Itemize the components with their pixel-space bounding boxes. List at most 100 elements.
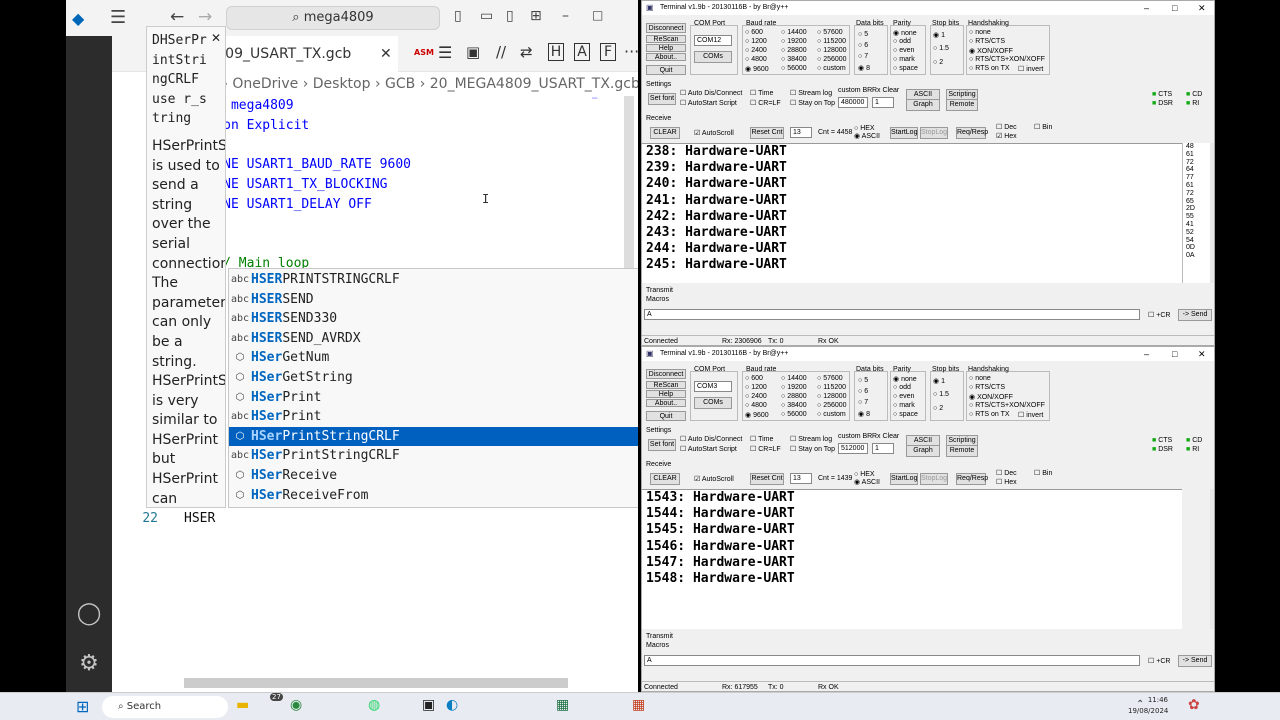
startlog-button[interactable]: StartLog: [890, 473, 918, 485]
suggestion-item-selected[interactable]: ⬡ HSerPrintStringCRLF: [229, 426, 638, 447]
databits-radio-5[interactable]: ○ 5: [858, 31, 868, 38]
baud-radio-256000[interactable]: ○ 256000: [817, 402, 847, 409]
stop-radio-1[interactable]: ◉ 1: [933, 31, 945, 39]
databits-radio-7[interactable]: ○ 7: [858, 399, 868, 406]
databits-radio-8[interactable]: ◉ 8: [858, 410, 870, 418]
view-checkbox-Dec[interactable]: ☐ Dec: [996, 469, 1017, 477]
baud-radio-57600[interactable]: ○ 57600: [817, 375, 843, 382]
receive-textarea[interactable]: 238: Hardware-UART 239: Hardware-UART 240:…: [642, 143, 1182, 283]
stop-radio-1.5[interactable]: ○ 1.5: [933, 391, 949, 398]
option-checkbox[interactable]: ☐ Stay on Top: [790, 99, 835, 107]
rx-clear-input[interactable]: 1: [872, 97, 894, 108]
handshake-radio[interactable]: ◉ XON/XOFF: [969, 47, 1013, 55]
format-radio-ASCII[interactable]: ◉ ASCII: [854, 478, 880, 486]
close-hover-icon[interactable]: ✕: [211, 29, 221, 49]
baud-radio-28800[interactable]: ○ 28800: [781, 393, 807, 400]
baud-radio-9600[interactable]: ◉ 9600: [745, 411, 769, 419]
suggestion-item[interactable]: ⬡ HSerPrint: [229, 388, 638, 408]
handshake-radio[interactable]: ○ RTS on TX: [969, 65, 1010, 72]
help-button[interactable]: Help: [646, 44, 686, 52]
cr-checkbox[interactable]: ☐ +CR: [1148, 311, 1170, 319]
toggle-sidebar-icon[interactable]: ▯: [454, 8, 462, 24]
about-button[interactable]: About..: [646, 399, 686, 407]
baud-radio-256000[interactable]: ○ 256000: [817, 56, 847, 63]
transmit-input[interactable]: A: [644, 655, 1140, 666]
baud-radio-56000[interactable]: ○ 56000: [781, 411, 807, 418]
option-checkbox[interactable]: ☐ Stay on Top: [790, 445, 835, 453]
option-checkbox[interactable]: ☐ Stream log: [790, 435, 832, 443]
parity-radio-space[interactable]: ○ space: [893, 411, 918, 418]
baud-radio-38400[interactable]: ○ 38400: [781, 402, 807, 409]
baud-radio-4800[interactable]: ○ 4800: [745, 402, 767, 409]
baud-radio-1200[interactable]: ○ 1200: [745, 38, 767, 45]
menu-icon[interactable]: ☰: [110, 7, 126, 28]
coms-button[interactable]: COMs: [694, 51, 732, 63]
minimize-button[interactable]: –: [562, 8, 569, 24]
databits-radio-6[interactable]: ○ 6: [858, 42, 868, 49]
option-checkbox[interactable]: ☐ Stream log: [790, 89, 832, 97]
handshake-radio[interactable]: ◉ XON/XOFF: [969, 393, 1013, 401]
disconnect-button[interactable]: Disconnect: [646, 369, 686, 379]
com-port-select[interactable]: COM3: [694, 381, 732, 392]
autoscroll-checkbox[interactable]: ☑ AutoScroll: [694, 475, 734, 483]
text-icon[interactable]: A: [574, 43, 590, 61]
parity-radio-mark[interactable]: ○ mark: [893, 402, 915, 409]
rx-clear-input[interactable]: 1: [872, 443, 894, 454]
option-checkbox[interactable]: ☐ Time: [750, 89, 773, 97]
breadcrumb-file[interactable]: 20_MEGA4809_USART_TX.gcb: [430, 76, 638, 92]
taskbar-search[interactable]: ⌕ Search: [102, 696, 228, 718]
baud-radio-115200[interactable]: ○ 115200: [817, 384, 846, 391]
edge-icon[interactable]: ◐: [446, 697, 458, 713]
handshake-radio[interactable]: ○ RTS on TX: [969, 411, 1010, 418]
handshake-radio[interactable]: ○ none: [969, 29, 991, 36]
graph-button[interactable]: Graph: [906, 99, 940, 111]
baud-radio-28800[interactable]: ○ 28800: [781, 47, 807, 54]
stop-radio-1.5[interactable]: ○ 1.5: [933, 45, 949, 52]
handshake-radio[interactable]: ○ RTS/CTS+XON/XOFF: [969, 402, 1045, 409]
baud-radio-4800[interactable]: ○ 4800: [745, 56, 767, 63]
suggestion-item[interactable]: abc HSerPrintStringCRLF: [229, 446, 638, 466]
rescan-button[interactable]: ReScan: [646, 35, 686, 43]
view-checkbox-Bin[interactable]: ☐ Bin: [1034, 469, 1052, 477]
disconnect-button[interactable]: Disconnect: [646, 23, 686, 33]
view-checkbox-Hex[interactable]: ☐ Hex: [996, 478, 1017, 486]
minimize-button[interactable]: –: [1144, 1, 1149, 15]
baud-radio-custom[interactable]: ○ custom: [817, 65, 846, 72]
asm-button[interactable]: ASM: [414, 48, 434, 57]
com-port-select[interactable]: COM12: [694, 35, 732, 46]
settings-gear-icon[interactable]: ⚙: [75, 650, 103, 678]
send-button[interactable]: -> Send: [1178, 309, 1212, 321]
suggestion-item[interactable]: ⬡ HSerReceive: [229, 466, 638, 486]
replace-icon[interactable]: ⇄: [520, 43, 533, 61]
receive-scrollbar[interactable]: [1210, 489, 1214, 629]
view-checkbox-Bin[interactable]: ☐ Bin: [1034, 123, 1052, 131]
forward-arrow-icon[interactable]: →: [198, 7, 212, 27]
reset-cnt-button[interactable]: Reset Cnt: [750, 127, 784, 139]
option-checkbox[interactable]: ☐ AutoStart Script: [680, 445, 737, 453]
baud-radio-128000[interactable]: ○ 128000: [817, 47, 847, 54]
parity-radio-odd[interactable]: ○ odd: [893, 384, 911, 391]
powerpoint-icon[interactable]: ▦: [632, 697, 645, 713]
graph-button[interactable]: Graph: [906, 445, 940, 457]
transmit-input[interactable]: A: [644, 309, 1140, 320]
baud-radio-2400[interactable]: ○ 2400: [745, 393, 767, 400]
option-checkbox[interactable]: ☐ Auto Dis/Connect: [680, 435, 742, 443]
receive-textarea[interactable]: 1543: Hardware-UART 1544: Hardware-UART 15…: [642, 489, 1182, 629]
suggestion-item[interactable]: abc HSERSEND_AVRDX: [229, 329, 638, 349]
baud-radio-600[interactable]: ○ 600: [745, 375, 763, 382]
receive-scrollbar[interactable]: [1210, 143, 1214, 283]
maximize-button[interactable]: □: [1172, 347, 1177, 361]
parity-radio-even[interactable]: ○ even: [893, 393, 914, 400]
invert-checkbox[interactable]: ☐ invert: [1018, 411, 1043, 419]
custom-br-input[interactable]: 512000: [838, 443, 868, 454]
parity-radio-none[interactable]: ◉ none: [893, 29, 917, 37]
handshake-radio[interactable]: ○ RTS/CTS: [969, 384, 1005, 391]
back-arrow-icon[interactable]: ←: [170, 7, 184, 27]
baud-radio-38400[interactable]: ○ 38400: [781, 56, 807, 63]
stoplog-button[interactable]: StopLog: [920, 473, 948, 485]
toggle-panel-icon[interactable]: ▭: [480, 8, 493, 24]
breadcrumb-gcb[interactable]: GCB: [385, 76, 415, 92]
baud-radio-14400[interactable]: ○ 14400: [781, 29, 807, 36]
suggestion-item[interactable]: ⬡ HSerGetNum: [229, 348, 638, 368]
excel-icon[interactable]: ▦: [556, 697, 569, 713]
